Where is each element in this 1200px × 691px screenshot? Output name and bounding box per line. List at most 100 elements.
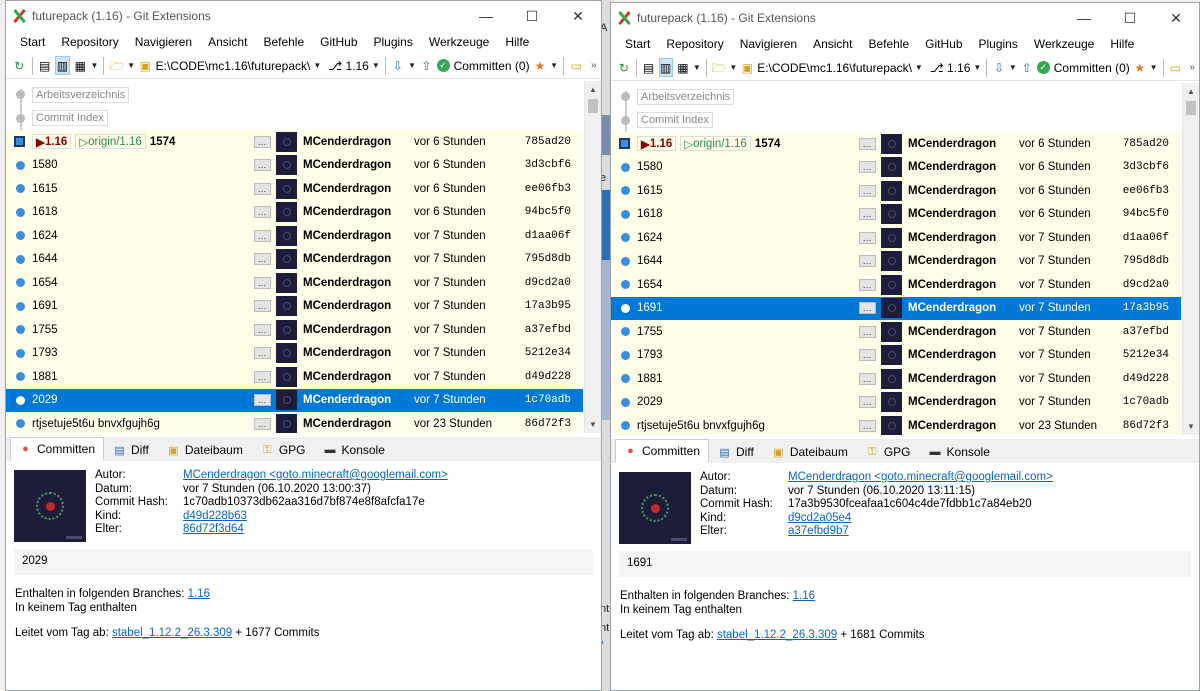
revision-row[interactable]: 1881 … MCenderdragon vor 7 Stunden d49d228 (6, 365, 583, 389)
menu-item-repository[interactable]: Repository (53, 35, 126, 49)
worktree-row[interactable]: Arbeitsverzeichnis (6, 83, 583, 107)
revision-row[interactable]: 1618 … MCenderdragon vor 6 Stunden 94bc5f0 (6, 200, 583, 224)
child-link[interactable]: d49d228b63 (183, 510, 247, 524)
menu-item-hilfe[interactable]: Hilfe (497, 35, 537, 49)
more-icon[interactable]: … (254, 206, 271, 219)
chevron-down-icon[interactable]: ▼ (550, 61, 558, 70)
minimize-icon[interactable]: ― (463, 1, 509, 31)
more-icon[interactable]: … (254, 300, 271, 313)
revision-row[interactable]: rtjsetuje5t6u bnvxfgujh6g … MCenderdragon v… (6, 412, 583, 433)
layout-horizontal-icon[interactable]: ▥ (54, 56, 70, 75)
menu-item-plugins[interactable]: Plugins (366, 35, 421, 49)
more-icon[interactable]: … (859, 349, 876, 362)
toolbar-overflow[interactable]: » (586, 56, 601, 75)
revision-row[interactable]: 1654 … MCenderdragon vor 7 Stunden d9cd2a0 (611, 273, 1181, 297)
close-icon[interactable]: ✕ (555, 1, 601, 31)
tab-diff[interactable]: ▤ Diff (709, 441, 763, 463)
commit-button[interactable]: ✓ Committen (0) (436, 59, 530, 73)
menu-item-start[interactable]: Start (617, 37, 658, 51)
chevron-down-icon[interactable]: ▼ (915, 63, 923, 72)
author-link[interactable]: MCenderdragon <goto.minecraft@googlemail… (788, 471, 1053, 485)
revision-row[interactable]: 1580 … MCenderdragon vor 6 Stunden 3d3cbf6 (611, 155, 1181, 179)
more-icon[interactable]: … (254, 394, 271, 407)
layout-horizontal-icon[interactable]: ▥ (658, 58, 673, 77)
revision-row[interactable]: 1755 … MCenderdragon vor 7 Stunden a37efbd (6, 318, 583, 342)
author-link[interactable]: MCenderdragon <goto.minecraft@googlemail… (183, 469, 448, 483)
remote-branch-label[interactable]: ▷ origin/1.16 (680, 136, 751, 152)
remote-branch-label[interactable]: ▷ origin/1.16 (75, 134, 146, 150)
menu-item-repository[interactable]: Repository (658, 37, 731, 51)
scroll-down-icon[interactable]: ▼ (585, 416, 601, 433)
revision-row[interactable]: 2029 … MCenderdragon vor 7 Stunden 1c70adb (6, 388, 583, 412)
revision-row[interactable]: 2029 … MCenderdragon vor 7 Stunden 1c70adb (611, 390, 1181, 414)
revision-grid[interactable]: Arbeitsverzeichnis Commit Index ▶ 1.16 ▷ or… (611, 83, 1199, 435)
local-branch-label[interactable]: ▶ 1.16 (32, 134, 72, 150)
more-icon[interactable]: … (254, 135, 271, 148)
revision-row-head[interactable]: ▶ 1.16 ▷ origin/1.16 1574… MCenderdragon vor… (611, 132, 1181, 156)
refresh-icon[interactable]: ↻ (617, 58, 631, 77)
more-icon[interactable]: … (859, 137, 876, 150)
parent-link[interactable]: a37efbd9b7 (788, 525, 849, 539)
scrollbar-thumb[interactable] (1186, 101, 1196, 115)
revision-row[interactable]: 1618 … MCenderdragon vor 6 Stunden 94bc5f0 (611, 202, 1181, 226)
tab-committen[interactable]: ● Committen (615, 439, 710, 463)
more-icon[interactable]: … (859, 161, 876, 174)
more-icon[interactable]: … (254, 323, 271, 336)
tab-committen[interactable]: ● Committen (10, 437, 105, 461)
layout-split-icon[interactable]: ▦ (676, 58, 690, 77)
revision-row[interactable]: 1580 … MCenderdragon vor 6 Stunden 3d3cbf6 (6, 153, 583, 177)
menu-item-github[interactable]: GitHub (312, 35, 365, 49)
child-link[interactable]: d9cd2a05e4 (788, 512, 851, 526)
revision-row[interactable]: 1881 … MCenderdragon vor 7 Stunden d49d228 (611, 367, 1181, 391)
more-icon[interactable]: … (254, 253, 271, 266)
branch-selector[interactable]: ⎇ 1.16 (930, 61, 971, 75)
menu-item-befehle[interactable]: Befehle (255, 35, 312, 49)
layout-left-panel-icon[interactable]: ▤ (642, 58, 656, 77)
pull-icon[interactable]: ⇩ (391, 56, 406, 75)
more-icon[interactable]: … (859, 372, 876, 385)
scrollbar-thumb[interactable] (588, 99, 598, 113)
menu-item-hilfe[interactable]: Hilfe (1102, 37, 1142, 51)
chevron-down-icon[interactable]: ▼ (313, 61, 321, 70)
tab-konsole[interactable]: ▬ Konsole (920, 441, 999, 463)
vertical-scrollbar[interactable]: ▲ ▼ (584, 81, 601, 433)
chevron-down-icon[interactable]: ▼ (693, 63, 701, 72)
stash-icon[interactable]: ★ (533, 56, 548, 75)
menu-item-werkzeuge[interactable]: Werkzeuge (1026, 37, 1102, 51)
more-icon[interactable]: … (859, 231, 876, 244)
revision-row-head[interactable]: ▶ 1.16 ▷ origin/1.16 1574… MCenderdragon vor… (6, 130, 583, 154)
more-icon[interactable]: … (859, 419, 876, 432)
more-icon[interactable]: … (254, 370, 271, 383)
menu-item-plugins[interactable]: Plugins (971, 37, 1026, 51)
revision-row[interactable]: 1624 … MCenderdragon vor 7 Stunden d1aa06f (6, 224, 583, 248)
chevron-down-icon[interactable]: ▼ (1009, 63, 1017, 72)
commit-button[interactable]: ✓ Committen (0) (1036, 61, 1130, 75)
chevron-down-icon[interactable]: ▼ (91, 61, 99, 70)
revision-row[interactable]: 1691 … MCenderdragon vor 7 Stunden 17a3b95 (611, 296, 1181, 320)
pull-icon[interactable]: ⇩ (992, 58, 1006, 77)
menu-item-navigieren[interactable]: Navigieren (127, 35, 200, 49)
chevron-down-icon[interactable]: ▼ (127, 61, 135, 70)
tag-link[interactable]: stabel_1.12.2_26.3.309 (717, 629, 837, 641)
folder-open-icon[interactable]: 🗁 (711, 58, 726, 77)
more-icon[interactable]: … (254, 229, 271, 242)
revision-row[interactable]: rtjsetuje5t6u bnvxfgujh6g … MCenderdragon v… (611, 414, 1181, 435)
revision-grid[interactable]: Arbeitsverzeichnis Commit Index ▶ 1.16 ▷ or… (6, 81, 601, 433)
branch-selector[interactable]: ⎇ 1.16 (328, 59, 369, 73)
menu-item-ansicht[interactable]: Ansicht (805, 37, 860, 51)
worktree-row[interactable]: Commit Index (611, 109, 1181, 133)
worktree-row[interactable]: Commit Index (6, 107, 583, 131)
menu-item-navigieren[interactable]: Navigieren (732, 37, 805, 51)
revision-row[interactable]: 1615 … MCenderdragon vor 6 Stunden ee06fb3 (611, 179, 1181, 203)
minimize-icon[interactable]: ― (1061, 3, 1107, 33)
chevron-down-icon[interactable]: ▼ (372, 61, 380, 70)
layout-split-icon[interactable]: ▦ (73, 56, 88, 75)
revision-row[interactable]: 1654 … MCenderdragon vor 7 Stunden d9cd2a0 (6, 271, 583, 295)
more-icon[interactable]: … (859, 208, 876, 221)
maximize-icon[interactable]: ☐ (1107, 3, 1153, 33)
tab-gpg[interactable]: ⚿ GPG (252, 439, 315, 461)
revision-row[interactable]: 1755 … MCenderdragon vor 7 Stunden a37efbd (611, 320, 1181, 344)
branch-link[interactable]: 1.16 (793, 590, 815, 602)
vertical-scrollbar[interactable]: ▲ ▼ (1182, 83, 1199, 435)
revision-row[interactable]: 1793 … MCenderdragon vor 7 Stunden 5212e34 (6, 341, 583, 365)
